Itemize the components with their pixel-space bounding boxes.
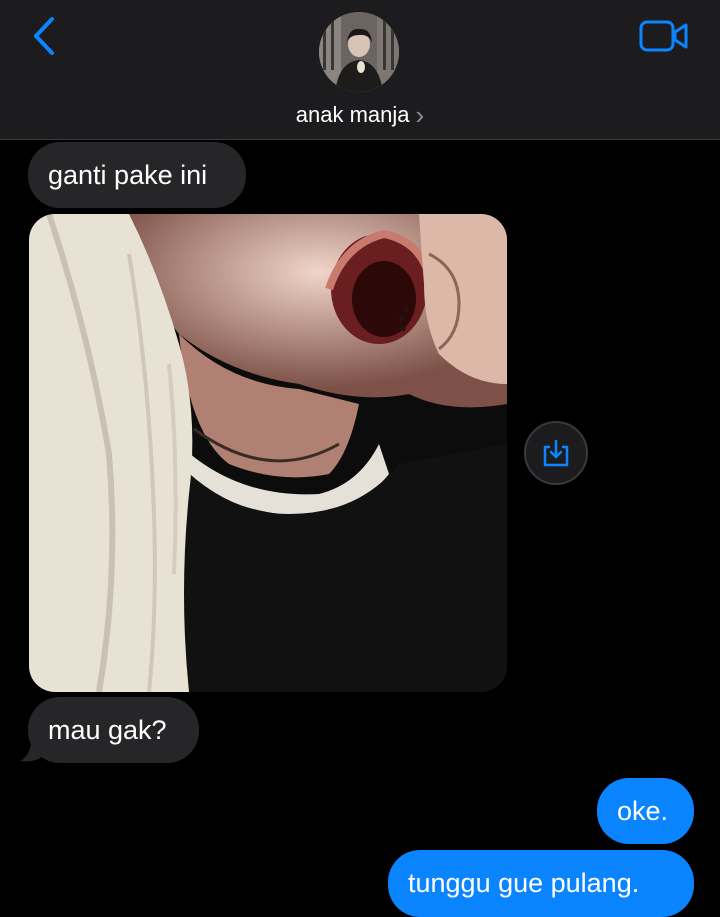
download-icon: [543, 439, 569, 467]
incoming-message[interactable]: mau gak?: [28, 697, 199, 763]
contact-name: anak manja: [295, 102, 410, 127]
video-camera-icon: [639, 20, 688, 52]
chevron-left-icon: [34, 17, 54, 55]
contact-name-button[interactable]: anak manja ›: [0, 102, 720, 128]
back-button[interactable]: [24, 14, 64, 58]
incoming-message[interactable]: ganti pake ini: [28, 142, 246, 208]
message-text: ganti pake ini: [48, 159, 208, 190]
outgoing-message[interactable]: oke.: [597, 778, 694, 844]
facetime-video-button[interactable]: [636, 14, 692, 58]
message-text: mau gak?: [48, 714, 167, 745]
conversation-header: anak manja ›: [0, 0, 720, 140]
avatar[interactable]: [319, 12, 399, 92]
message-text: tunggu gue pulang.: [408, 868, 640, 898]
message-text: oke.: [617, 795, 669, 826]
attachment-image: [29, 214, 507, 692]
avatar-photo: [319, 12, 399, 92]
chevron-right-icon: ›: [415, 100, 425, 130]
outgoing-message[interactable]: tunggu gue pulang.: [388, 850, 694, 917]
save-attachment-button[interactable]: [524, 421, 588, 485]
photo-attachment[interactable]: [29, 214, 507, 692]
bubble-tail: [20, 733, 44, 762]
